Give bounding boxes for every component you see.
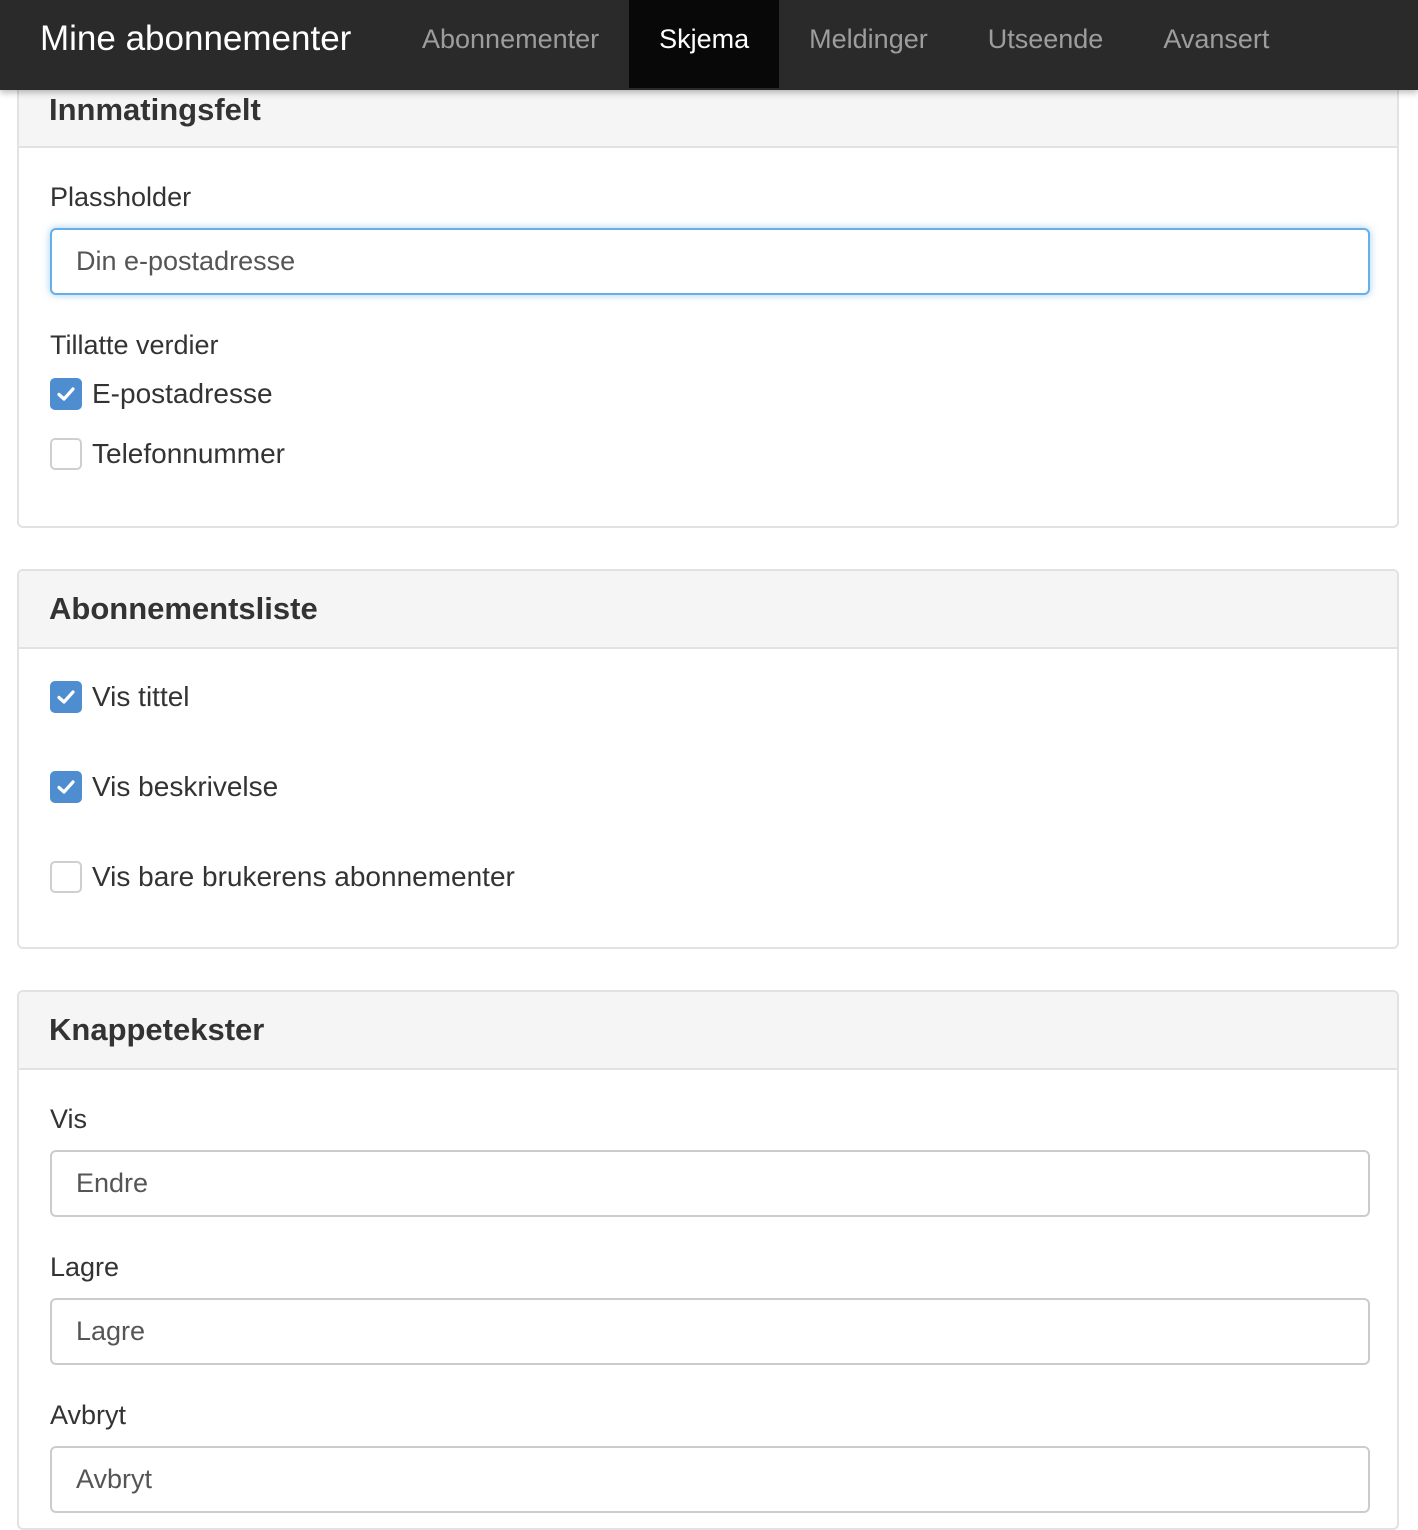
option-show-description[interactable]: Vis beskrivelse [50, 770, 278, 804]
show-button-input[interactable]: Endre [50, 1150, 1370, 1217]
tab-appearance[interactable]: Utseende [958, 0, 1134, 88]
button-texts-panel: Knappetekster Vis Endre Lagre Lagre Avbr… [17, 990, 1399, 1530]
only-user-subscriptions-checkbox[interactable] [50, 861, 82, 893]
save-button-input[interactable]: Lagre [50, 1298, 1370, 1365]
placeholder-label: Plassholder [50, 182, 192, 212]
only-user-subscriptions-label: Vis bare brukerens abonnementer [92, 861, 515, 892]
show-description-label: Vis beskrivelse [92, 771, 279, 802]
email-option-label: E-postadresse [92, 378, 273, 409]
show-description-checkbox[interactable] [50, 771, 82, 803]
cancel-button-input[interactable]: Avbryt [50, 1446, 1370, 1513]
phone-checkbox[interactable] [50, 438, 82, 470]
save-button-label: Lagre [50, 1252, 120, 1282]
subscription-list-panel: Abonnementsliste Vis tittel Vis beskrive… [17, 569, 1399, 949]
check-icon [57, 387, 75, 401]
email-checkbox[interactable] [50, 378, 82, 410]
show-title-label: Vis tittel [92, 681, 190, 712]
tab-subscriptions[interactable]: Abonnementer [392, 0, 629, 88]
option-show-title[interactable]: Vis tittel [50, 680, 190, 714]
show-title-checkbox[interactable] [50, 681, 82, 713]
app-brand[interactable]: Mine abonnementer [40, 0, 351, 88]
subscription-list-panel-title: Abonnementsliste [49, 591, 318, 626]
top-navbar: Mine abonnementer Abonnementer Skjema Me… [0, 0, 1418, 90]
tab-form[interactable]: Skjema [629, 0, 780, 88]
input-field-panel: Innmatingsfelt Plassholder Din e-postadr… [17, 70, 1399, 528]
subscription-list-panel-body: Vis tittel Vis beskrivelse Vis bare bruk… [19, 649, 1397, 947]
option-only-user-subscriptions[interactable]: Vis bare brukerens abonnementer [50, 860, 515, 894]
button-texts-panel-body: Vis Endre Lagre Lagre Avbryt Avbryt [19, 1070, 1397, 1528]
placeholder-input[interactable]: Din e-postadresse [50, 228, 1370, 295]
input-field-panel-title: Innmatingsfelt [49, 92, 261, 127]
button-texts-panel-heading: Knappetekster [19, 992, 1397, 1070]
input-field-panel-body: Plassholder Din e-postadresse Tillatte v… [19, 148, 1397, 526]
allowed-values-label: Tillatte verdier [50, 330, 219, 360]
option-email[interactable]: E-postadresse [50, 377, 273, 411]
cancel-button-label: Avbryt [50, 1400, 127, 1430]
check-icon [57, 690, 75, 704]
phone-option-label: Telefonnummer [92, 438, 285, 469]
option-phone[interactable]: Telefonnummer [50, 437, 285, 471]
tab-messages[interactable]: Meldinger [779, 0, 958, 88]
check-icon [57, 780, 75, 794]
button-texts-panel-title: Knappetekster [49, 1012, 265, 1047]
subscription-list-panel-heading: Abonnementsliste [19, 571, 1397, 649]
nav-tabs: Abonnementer Skjema Meldinger Utseende A… [392, 0, 1299, 88]
tab-advanced[interactable]: Avansert [1133, 0, 1299, 88]
show-button-label: Vis [50, 1104, 88, 1134]
